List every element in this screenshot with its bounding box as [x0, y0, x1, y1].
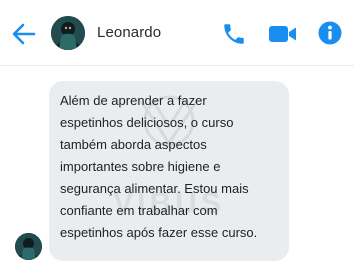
arrow-left-icon	[12, 23, 36, 45]
back-button[interactable]	[10, 20, 38, 48]
call-button[interactable]	[221, 21, 247, 47]
chat-header: Leonardo	[0, 0, 354, 66]
sender-avatar[interactable]	[15, 233, 42, 260]
contact-name[interactable]: Leonardo	[97, 24, 161, 41]
video-call-button[interactable]	[268, 24, 298, 44]
info-icon	[318, 21, 342, 45]
video-camera-icon	[269, 26, 296, 42]
message-text: Além de aprender a fazer espetinhos deli…	[60, 93, 258, 240]
info-button[interactable]	[318, 21, 342, 45]
contact-avatar[interactable]	[51, 16, 85, 50]
message-bubble[interactable]: VIBUS Além de aprender a fazer espetinho…	[49, 81, 289, 261]
phone-icon	[224, 24, 244, 44]
